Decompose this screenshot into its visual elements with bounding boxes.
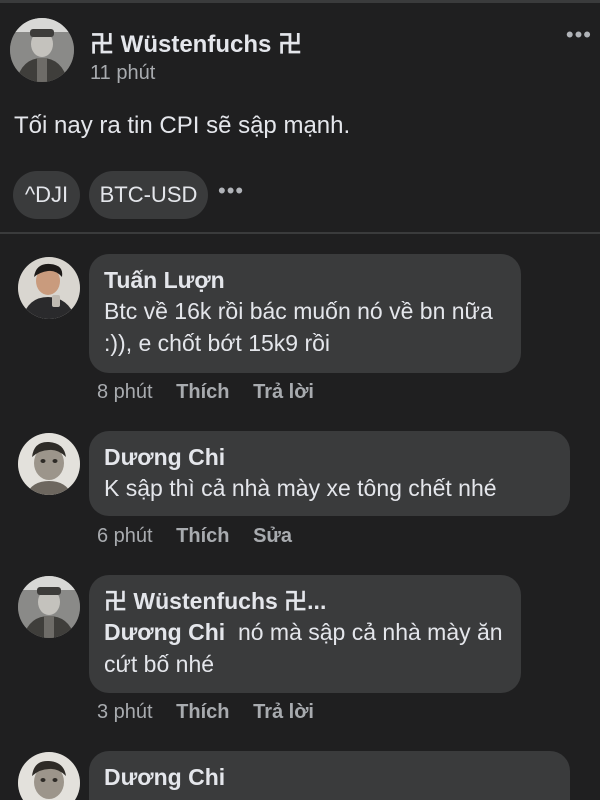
comment-bubble[interactable]: Dương Chi [89,751,570,800]
post-timestamp: 11 phút [90,62,156,84]
comment-avatar[interactable] [18,752,80,800]
more-tags-icon[interactable]: ••• [218,178,244,204]
like-button[interactable]: Thích [176,525,229,547]
comment-text: Dương Chi nó mà sập cả nhà mày ăn cứt bố… [104,616,505,680]
comment-author[interactable]: Dương Chi [104,762,554,792]
ticker-tag-btc-usd[interactable]: BTC-USD [89,171,208,219]
comment-actions: 6 phút Thích Sửa [97,525,310,548]
like-button[interactable]: Thích [176,701,229,723]
reply-button[interactable]: Trả lời [253,381,314,403]
comment-actions: 3 phút Thích Trả lời [97,701,332,724]
comment-text: K sập thì cả nhà mày xe tông chết nhé [104,475,497,501]
comment-author[interactable]: Tuấn Lượn [104,265,505,295]
edit-button[interactable]: Sửa [253,525,292,547]
comment-avatar[interactable] [18,257,80,319]
more-options-icon[interactable]: ••• [566,22,592,48]
comment-avatar[interactable] [18,576,80,638]
post-divider [0,232,600,234]
post-text: Tối nay ra tin CPI sẽ sập mạnh. [14,112,351,139]
comment-bubble[interactable]: Tuấn Lượn Btc về 16k rồi bác muốn nó về … [89,254,521,373]
ticker-tag-dji[interactable]: ^DJI [13,171,80,219]
comment-time: 3 phút [97,701,153,723]
comment-time: 6 phút [97,525,153,547]
comment-actions: 8 phút Thích Trả lời [97,381,332,404]
post-author-name[interactable]: 卍 Wüstenfuchs 卍 [90,24,302,59]
reply-button[interactable]: Trả lời [253,701,314,723]
comment-text: Btc về 16k rồi bác muốn nó về bn nữa :))… [104,298,493,356]
mention-link[interactable]: Dương Chi [104,619,225,645]
comment-time: 8 phút [97,381,153,403]
comment-thread-screen: 卍 Wüstenfuchs 卍 11 phút ••• Tối nay ra t… [0,0,600,800]
comment-bubble[interactable]: 卍 Wüstenfuchs 卍... Dương Chi nó mà sập c… [89,575,521,693]
comment-bubble[interactable]: Dương Chi K sập thì cả nhà mày xe tông c… [89,431,570,516]
like-button[interactable]: Thích [176,381,229,403]
comment-author[interactable]: Dương Chi [104,442,554,472]
comment-avatar[interactable] [18,433,80,495]
post-author-avatar[interactable] [10,18,74,82]
comment-author[interactable]: 卍 Wüstenfuchs 卍... [104,586,505,616]
top-divider [0,0,600,3]
